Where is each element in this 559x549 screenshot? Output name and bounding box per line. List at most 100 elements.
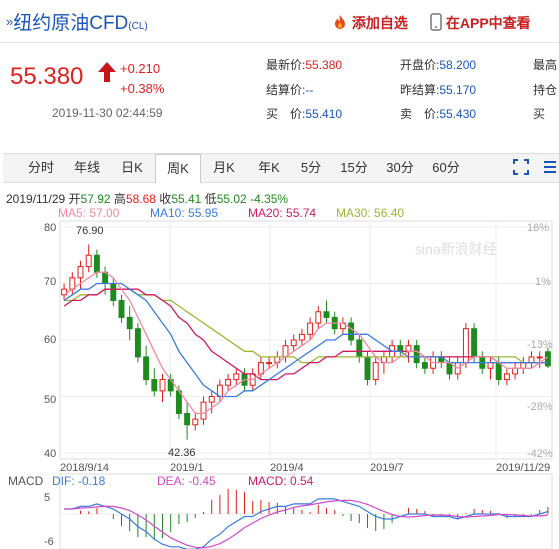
watermark: sina新浪财经 bbox=[415, 241, 497, 257]
candle-body bbox=[126, 316, 133, 330]
candle-body bbox=[298, 333, 305, 341]
candle-body bbox=[323, 311, 330, 318]
y-tick: 40 bbox=[44, 448, 56, 460]
candle-body bbox=[421, 362, 428, 369]
header: »纽约原油CFD(CL) 添加自选 在APP中查看 bbox=[0, 0, 559, 44]
candle-body bbox=[110, 283, 117, 301]
page-title: »纽约原油CFD(CL) bbox=[6, 8, 148, 35]
x-tick: 2019/4 bbox=[270, 462, 304, 474]
x-tick: 2019/7 bbox=[370, 462, 404, 474]
candle-body bbox=[397, 345, 404, 352]
dea-line bbox=[64, 499, 548, 549]
candle-body bbox=[77, 266, 84, 279]
candle-body bbox=[471, 328, 478, 358]
max-label: 76.90 bbox=[76, 225, 104, 237]
macd-chart bbox=[60, 488, 552, 549]
phone-icon bbox=[430, 13, 442, 31]
fullscreen-icon[interactable] bbox=[513, 159, 529, 175]
ma10-legend: MA10: 55.95 bbox=[150, 206, 219, 220]
candle-body bbox=[364, 356, 371, 381]
price-change: +0.210 bbox=[120, 61, 161, 76]
svg-text:DEA: -0.45: DEA: -0.45 bbox=[157, 474, 216, 488]
ma5-legend: MA5: 57.00 bbox=[58, 206, 120, 220]
candle-body bbox=[528, 356, 535, 364]
tab-daily-k[interactable]: 日K bbox=[109, 154, 155, 183]
y-tick: 70 bbox=[44, 276, 56, 288]
tab-yearly-k[interactable]: 年K bbox=[247, 154, 291, 183]
info-ask: 卖 价:55.430 bbox=[400, 107, 477, 121]
pct-tick: 16% bbox=[527, 222, 549, 234]
fire-icon bbox=[335, 15, 345, 29]
price-change-pct: +0.38% bbox=[120, 81, 165, 96]
tab-monthly-k[interactable]: 月K bbox=[201, 154, 247, 183]
pct-axis-labels: 16% 1% -13% -28% -42% bbox=[527, 222, 553, 460]
instrument-name: 纽约原油CFD bbox=[13, 13, 129, 34]
candle-body bbox=[134, 328, 141, 358]
candle-body bbox=[159, 379, 166, 392]
candle-body bbox=[151, 379, 158, 392]
tab-30min[interactable]: 30分 bbox=[377, 154, 423, 183]
tab-60min[interactable]: 60分 bbox=[423, 154, 469, 183]
quote-time: 2019-11-30 02:44:59 bbox=[52, 106, 163, 120]
min-label: 42.36 bbox=[168, 447, 196, 459]
pct-tick: -42% bbox=[527, 448, 553, 460]
ma20-legend: MA20: 55.74 bbox=[248, 206, 317, 220]
candle-body bbox=[520, 362, 527, 369]
candle-body bbox=[413, 345, 420, 364]
svg-text:MACD: MACD bbox=[8, 474, 44, 488]
dif-line bbox=[64, 498, 549, 549]
kline-chart[interactable]: sina新浪财经 80 70 60 50 40 16% 1% -13% -28%… bbox=[0, 219, 559, 549]
candle-body bbox=[225, 379, 232, 386]
candle-body bbox=[192, 418, 199, 426]
open-in-app-button[interactable]: 在APP中查看 bbox=[430, 13, 531, 33]
pct-tick: -28% bbox=[527, 401, 553, 413]
tab-5min[interactable]: 5分 bbox=[291, 154, 331, 183]
candle-body bbox=[143, 356, 150, 381]
tab-15min[interactable]: 15分 bbox=[331, 154, 377, 183]
tab-intraday[interactable]: 分时 bbox=[17, 154, 65, 183]
up-arrow-icon bbox=[98, 62, 116, 82]
candle-body bbox=[118, 299, 125, 318]
candle-body bbox=[85, 254, 92, 268]
info-settle: 结算价:-- bbox=[266, 83, 314, 97]
y-tick: 50 bbox=[44, 394, 56, 406]
candle-body bbox=[372, 362, 379, 381]
tab-year-line[interactable]: 年线 bbox=[65, 154, 109, 183]
y-axis-labels: 80 70 60 50 40 bbox=[44, 222, 56, 460]
candle-body bbox=[93, 254, 100, 273]
candle-body bbox=[536, 356, 543, 359]
add-favorite-label: 添加自选 bbox=[351, 15, 408, 31]
candle-body bbox=[348, 322, 355, 341]
x-tick: 2018/9/14 bbox=[60, 462, 109, 474]
add-favorite-button[interactable]: 添加自选 bbox=[332, 13, 408, 33]
svg-text:MACD: 0.54: MACD: 0.54 bbox=[248, 474, 314, 488]
menu-icon[interactable] bbox=[543, 159, 557, 175]
info-open: 开盘价:58.200 bbox=[400, 58, 477, 72]
x-tick: 2019/11/29 bbox=[496, 462, 550, 474]
ohlc-readout: 2019/11/29 开57.92 高58.68 收55.41 低55.02 -… bbox=[6, 192, 289, 206]
macd-legend: MACD DIF: -0.18 DEA: -0.45 MACD: 0.54 bbox=[8, 474, 314, 488]
candle-body bbox=[307, 322, 314, 335]
info-high: 最高 bbox=[533, 58, 558, 72]
candle-body bbox=[503, 373, 510, 381]
y-tick: 60 bbox=[44, 334, 56, 346]
candle-body bbox=[356, 339, 363, 358]
x-tick: 2019/1 bbox=[170, 462, 204, 474]
macd-tick: -6 bbox=[44, 536, 54, 548]
info-open-interest: 持仓 bbox=[533, 83, 558, 97]
period-tabs: 分时 年线 日K 周K 月K 年K 5分 15分 30分 60分 bbox=[3, 153, 559, 183]
candle-body bbox=[512, 367, 519, 375]
info-prev-settle: 昨结算:55.170 bbox=[400, 83, 477, 97]
svg-text:DIF: -0.18: DIF: -0.18 bbox=[52, 474, 106, 488]
candle-body bbox=[495, 362, 502, 381]
open-in-app-label: 在APP中查看 bbox=[445, 15, 531, 31]
candle-body bbox=[208, 396, 215, 403]
info-latest: 最新价:55.380 bbox=[266, 58, 343, 72]
candle-body bbox=[405, 345, 412, 352]
y-tick: 80 bbox=[44, 222, 56, 234]
pct-tick: 1% bbox=[535, 276, 551, 288]
candle-body bbox=[315, 311, 322, 324]
candle-body bbox=[487, 362, 494, 369]
tab-weekly-k[interactable]: 周K bbox=[155, 154, 201, 183]
candle-body bbox=[200, 401, 207, 420]
